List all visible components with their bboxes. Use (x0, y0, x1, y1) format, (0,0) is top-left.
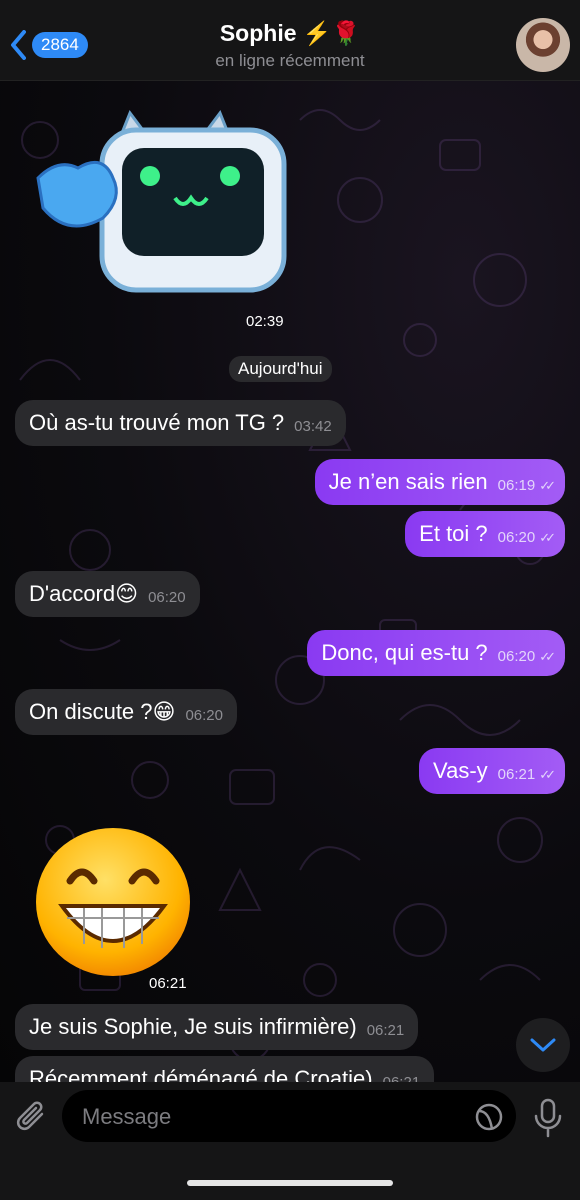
chevron-down-icon (530, 1038, 556, 1052)
paperclip-icon[interactable] (16, 1100, 48, 1134)
message-time: 06:20 (148, 589, 186, 606)
incoming-message[interactable]: D'accord😊 06:20 (15, 571, 200, 617)
message-text: Où as-tu trouvé mon TG ? (29, 410, 285, 435)
message-field[interactable] (62, 1090, 516, 1144)
grinning-emoji-sticker[interactable] (34, 826, 192, 978)
outgoing-message[interactable]: Je n’en sais rien 06:19 ✓✓ (314, 459, 565, 505)
message-time: 03:42 (294, 418, 332, 435)
message-time: 06:21 (366, 1022, 405, 1039)
message-time: 06:20 (497, 529, 536, 546)
message-text: Vas-y (433, 758, 488, 783)
message-time: 06:20 (497, 648, 536, 665)
message-text: Et toi ? (419, 521, 488, 546)
message-text: Donc, qui es-tu ? (321, 640, 488, 665)
message-input[interactable] (80, 1090, 464, 1144)
outgoing-message[interactable]: Et toi ? 06:20 ✓✓ (405, 511, 565, 557)
outgoing-message[interactable]: Donc, qui es-tu ? 06:20 ✓✓ (307, 630, 565, 676)
message-text: Je n’en sais rien (328, 469, 488, 494)
contact-status: en ligne récemment (215, 51, 365, 70)
message-text: D'accord😊 (29, 581, 139, 606)
read-check-icon: ✓✓ (539, 478, 556, 493)
date-separator: Aujourd'hui (229, 356, 332, 382)
microphone-icon[interactable] (532, 1098, 564, 1138)
outgoing-message[interactable]: Vas-y 06:21 ✓✓ (419, 748, 565, 794)
message-time: 06:19 (497, 477, 536, 494)
message-time: 06:21 (497, 766, 536, 783)
sticker-timestamp: 02:39 (246, 313, 284, 330)
robot-sticker[interactable] (30, 108, 290, 308)
sticker-icon[interactable] (474, 1102, 504, 1132)
read-check-icon: ✓✓ (539, 530, 556, 545)
message-text: On discute ?😁 (29, 699, 176, 724)
contact-name[interactable]: Sophie ⚡️🌹 (0, 20, 580, 47)
read-check-icon: ✓✓ (539, 649, 556, 664)
avatar[interactable] (516, 18, 570, 72)
incoming-message[interactable]: On discute ?😁 06:20 (15, 689, 237, 735)
incoming-message[interactable]: Où as-tu trouvé mon TG ? 03:42 (15, 400, 346, 446)
incoming-message[interactable]: Je suis Sophie, Je suis infirmière) 06:2… (15, 1004, 419, 1050)
message-time: 06:20 (185, 707, 223, 724)
sticker-timestamp: 06:21 (149, 975, 187, 992)
message-text: Je suis Sophie, Je suis infirmière) (29, 1014, 357, 1039)
read-check-icon: ✓✓ (539, 767, 556, 782)
scroll-to-bottom-button[interactable] (516, 1018, 570, 1072)
home-indicator (187, 1180, 393, 1186)
chat-header: 2864 Sophie ⚡️🌹 en ligne récemment (0, 0, 580, 81)
